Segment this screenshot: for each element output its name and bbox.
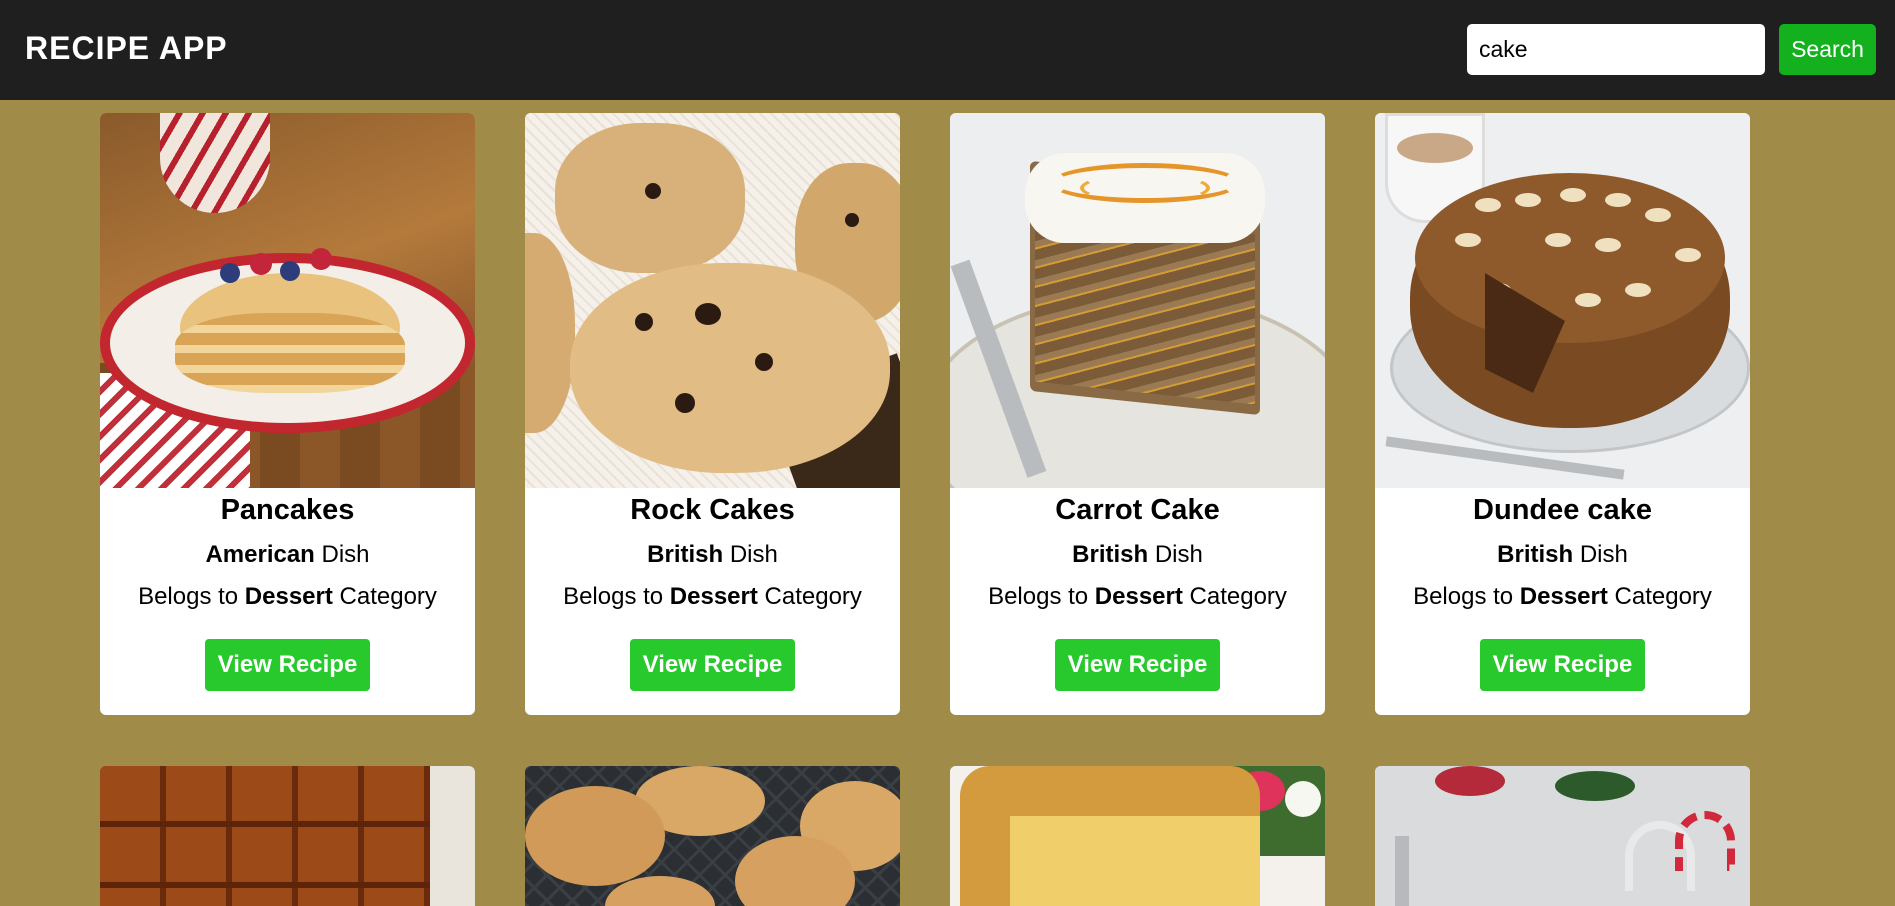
recipe-category: Belogs to Dessert Category [1375, 583, 1750, 611]
recipe-category-prefix: Belogs to [988, 583, 1095, 610]
recipe-area-name: British [1497, 541, 1574, 568]
recipe-image-carrot-cake [950, 113, 1325, 488]
recipe-name: Pancakes [220, 494, 355, 526]
recipe-image-dundee-cake [1375, 113, 1750, 488]
view-recipe-button[interactable]: View Recipe [1054, 639, 1221, 691]
recipe-category-suffix: Category [757, 583, 862, 610]
recipe-name: Carrot Cake [1055, 494, 1220, 526]
app-title: RECIPE APP [25, 30, 228, 66]
view-recipe-button[interactable]: View Recipe [204, 639, 371, 691]
recipe-card [100, 766, 475, 906]
recipe-area-suffix: Dish [314, 541, 370, 568]
recipe-image-rock-cakes [525, 113, 900, 488]
recipe-image-pancakes [100, 113, 475, 488]
recipe-image-christmas-dessert [1375, 766, 1750, 906]
recipe-card [1375, 766, 1750, 906]
recipe-area-suffix: Dish [1148, 541, 1203, 568]
recipe-category-suffix: Category [1182, 583, 1287, 610]
recipe-category-name: Dessert [1519, 583, 1608, 610]
recipe-category-prefix: Belogs to [138, 583, 245, 610]
recipe-image-brownies [100, 766, 475, 906]
recipe-area: British Dish [525, 541, 900, 569]
recipe-category-prefix: Belogs to [1413, 583, 1520, 610]
recipe-card: Carrot Cake British Dish Belogs to Desse… [950, 113, 1325, 715]
recipe-area-name: British [1072, 541, 1149, 568]
recipe-card [525, 766, 900, 906]
recipe-area: British Dish [1375, 541, 1750, 569]
recipe-card: Rock Cakes British Dish Belogs to Desser… [525, 113, 900, 715]
recipe-image-buns [525, 766, 900, 906]
recipe-area-name: American [205, 541, 315, 568]
recipe-category: Belogs to Dessert Category [950, 583, 1325, 611]
recipe-area: American Dish [100, 541, 475, 569]
recipe-category-name: Dessert [1094, 583, 1183, 610]
recipe-image-loaf-cake [950, 766, 1325, 906]
recipe-category-name: Dessert [244, 583, 333, 610]
recipe-area-suffix: Dish [723, 541, 778, 568]
view-recipe-button[interactable]: View Recipe [629, 639, 796, 691]
recipe-area-suffix: Dish [1573, 541, 1628, 568]
app-header: RECIPE APP Search [0, 0, 1895, 100]
search-input[interactable] [1467, 24, 1765, 75]
recipe-category-prefix: Belogs to [563, 583, 670, 610]
recipe-area: British Dish [950, 541, 1325, 569]
recipe-card: Dundee cake British Dish Belogs to Desse… [1375, 113, 1750, 715]
recipe-category-name: Dessert [669, 583, 758, 610]
recipe-category-suffix: Category [332, 583, 437, 610]
recipe-category-suffix: Category [1607, 583, 1712, 610]
recipe-card [950, 766, 1325, 906]
recipe-area-name: British [647, 541, 724, 568]
recipe-name: Dundee cake [1473, 494, 1652, 526]
recipe-name: Rock Cakes [630, 494, 795, 526]
search-button[interactable]: Search [1779, 24, 1876, 75]
recipe-category: Belogs to Dessert Category [525, 583, 900, 611]
recipe-card: Pancakes American Dish Belogs to Dessert… [100, 113, 475, 715]
recipe-category: Belogs to Dessert Category [100, 583, 475, 611]
view-recipe-button[interactable]: View Recipe [1479, 639, 1646, 691]
